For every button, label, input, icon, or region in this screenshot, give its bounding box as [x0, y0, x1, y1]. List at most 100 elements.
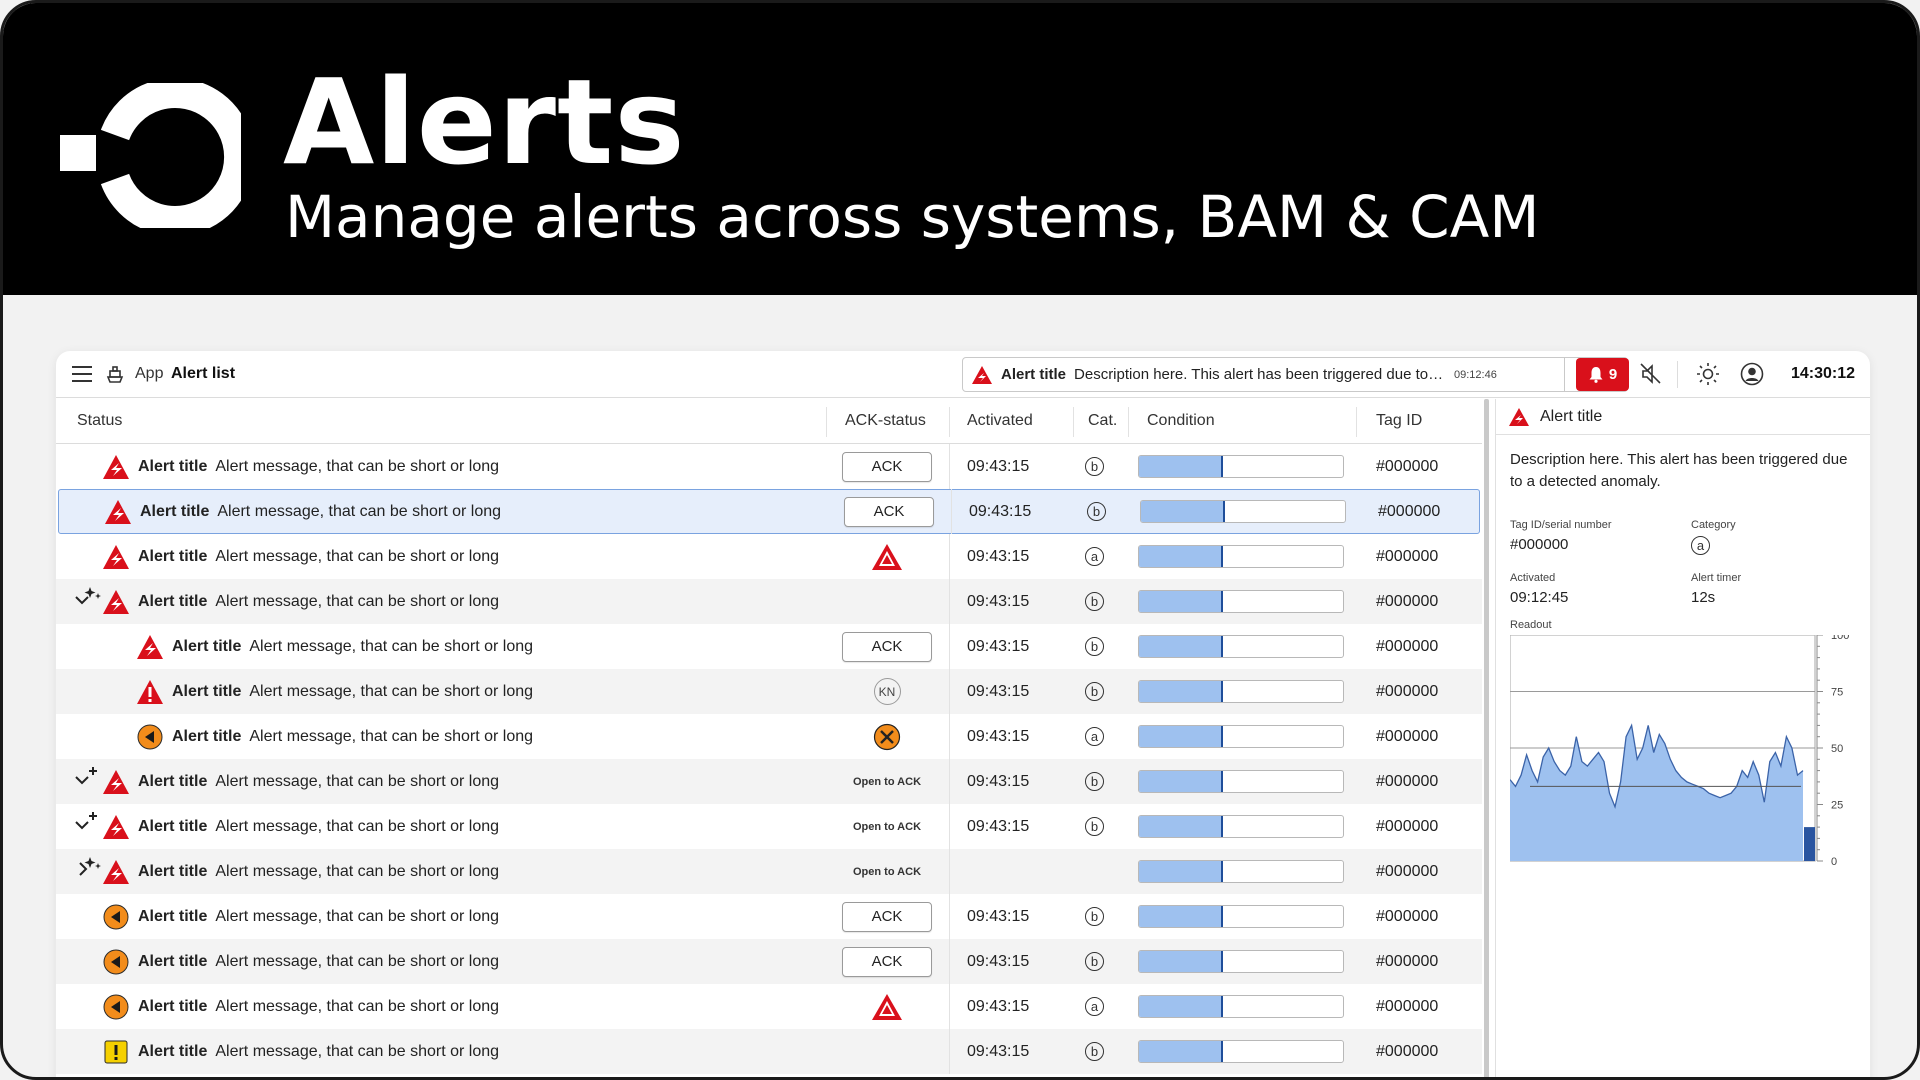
ack-button[interactable]: ACK	[842, 946, 932, 977]
condition-marker	[1220, 861, 1223, 882]
expand-chevron-down-icon[interactable]	[72, 810, 106, 842]
chart-tick-label: 75	[1831, 687, 1843, 699]
category-badge: b	[1085, 772, 1104, 791]
table-scrollbar[interactable]	[1484, 399, 1489, 1077]
condition-bar	[1138, 545, 1344, 568]
panel-header: Alert title	[1496, 399, 1870, 435]
open-to-ack-label[interactable]: Open to ACK	[853, 866, 921, 878]
condition-marker	[1220, 816, 1223, 837]
ack-button[interactable]: ACK	[844, 496, 934, 527]
ack-button[interactable]: ACK	[842, 451, 932, 482]
ack-button[interactable]: ACK	[842, 631, 932, 662]
alert-message: Alert message, that can be short or long	[215, 952, 500, 970]
alert-title: Alert title	[138, 997, 208, 1015]
condition-marker	[1220, 996, 1223, 1017]
condition-fill	[1139, 906, 1221, 927]
table-row[interactable]: Alert title Alert message, that can be sh…	[56, 894, 1482, 939]
open-to-ack-label[interactable]: Open to ACK	[853, 821, 921, 833]
header-activated[interactable]: Activated	[967, 412, 1033, 430]
table-row[interactable]: Alert title Alert message, that can be sh…	[56, 939, 1482, 984]
active-alert-banner[interactable]: Alert title Description here. This alert…	[962, 357, 1628, 392]
alarm-triangle-icon	[103, 544, 129, 569]
condition-fill	[1139, 816, 1221, 837]
category-badge: b	[1085, 1042, 1104, 1061]
readout-label: Readout	[1510, 619, 1552, 631]
alert-message: Alert message, that can be short or long	[249, 727, 534, 745]
tag-id: #000000	[1376, 682, 1439, 700]
activated-time: 09:43:15	[967, 592, 1030, 610]
hamburger-menu-icon[interactable]	[70, 364, 94, 384]
category-badge: b	[1085, 952, 1104, 971]
brightness-icon[interactable]	[1695, 361, 1721, 387]
alert-message: Alert message, that can be short or long	[249, 637, 534, 655]
table-row[interactable]: Alert title Alert message, that can be sh…	[56, 444, 1482, 489]
category-badge: b	[1085, 592, 1104, 611]
table-row[interactable]: Alert title Alert message, that can be sh…	[56, 534, 1482, 579]
app-name[interactable]: App	[135, 365, 163, 383]
ack-initials-badge: KN	[873, 678, 901, 705]
hero-title: Alerts	[283, 53, 686, 191]
activated-time: 09:43:15	[967, 727, 1030, 745]
table-row[interactable]: Alert title Alert message, that can be sh…	[56, 759, 1482, 804]
collapse-chevron-right-icon[interactable]	[72, 855, 106, 887]
caution-circle-icon	[137, 724, 163, 749]
alarm-triangle-icon	[137, 634, 163, 659]
timer-value: 12s	[1691, 589, 1716, 606]
alarm-triangle-icon	[103, 589, 129, 614]
alarm-counter-button[interactable]: 9	[1576, 358, 1629, 391]
tag-id: #000000	[1376, 952, 1439, 970]
caution-circle-icon	[103, 949, 129, 974]
activated-time: 09:43:15	[967, 952, 1030, 970]
active-alert-time: 09:12:46	[1454, 368, 1497, 381]
activated-time: 09:43:15	[967, 682, 1030, 700]
tag-label: Tag ID/serial number	[1510, 519, 1612, 531]
alert-message: Alert message, that can be short or long	[249, 682, 534, 700]
mute-icon[interactable]	[1638, 361, 1664, 387]
header-category[interactable]: Cat.	[1088, 412, 1117, 430]
alarm-triangle-icon	[103, 814, 129, 839]
category-badge: a	[1085, 547, 1104, 566]
activated-time: 09:43:15	[967, 547, 1030, 565]
condition-fill	[1139, 681, 1221, 702]
table-row[interactable]: Alert title Alert message, that can be sh…	[56, 579, 1482, 624]
condition-bar	[1138, 995, 1344, 1018]
table-row[interactable]: Alert title Alert message, that can be sh…	[56, 669, 1482, 714]
alert-list-app: App Alert list Alert title Description h…	[56, 351, 1870, 1077]
condition-bar	[1138, 770, 1344, 793]
brand-logo-icon	[60, 83, 241, 228]
table-row[interactable]: Alert title Alert message, that can be sh…	[56, 804, 1482, 849]
condition-bar	[1138, 860, 1344, 883]
activated-time: 09:43:15	[967, 997, 1030, 1015]
alert-message: Alert message, that can be short or long	[215, 772, 500, 790]
table-row[interactable]: Alert title Alert message, that can be sh…	[56, 624, 1482, 669]
header-status[interactable]: Status	[77, 412, 122, 430]
header-ack-status[interactable]: ACK-status	[845, 412, 926, 430]
condition-fill	[1139, 861, 1221, 882]
table-row[interactable]: Alert title Alert message, that can be sh…	[56, 849, 1482, 894]
tag-id: #000000	[1376, 907, 1439, 925]
condition-bar	[1138, 950, 1344, 973]
header-tag-id[interactable]: Tag ID	[1376, 412, 1422, 430]
condition-fill	[1139, 726, 1221, 747]
expand-chevron-down-icon[interactable]	[72, 585, 106, 617]
header-condition[interactable]: Condition	[1147, 412, 1215, 430]
user-icon[interactable]	[1739, 361, 1765, 387]
condition-marker	[1220, 636, 1223, 657]
table-row[interactable]: Alert title Alert message, that can be sh…	[58, 489, 1480, 534]
alarm-triangle-icon	[103, 859, 129, 884]
expand-chevron-down-icon[interactable]	[72, 765, 106, 797]
alert-title: Alert title	[172, 637, 242, 655]
table-row[interactable]: Alert title Alert message, that can be sh…	[56, 714, 1482, 759]
open-to-ack-label[interactable]: Open to ACK	[853, 776, 921, 788]
alert-message: Alert message, that can be short or long	[215, 862, 500, 880]
table-row[interactable]: Alert title Alert message, that can be sh…	[56, 1029, 1482, 1074]
ship-icon	[106, 366, 124, 383]
tag-value: #000000	[1510, 536, 1569, 553]
alert-title: Alert title	[172, 682, 242, 700]
ack-button[interactable]: ACK	[842, 901, 932, 932]
condition-marker	[1220, 1041, 1223, 1062]
alert-title: Alert title	[138, 862, 208, 880]
alert-title: Alert title	[138, 952, 208, 970]
tag-id: #000000	[1376, 817, 1439, 835]
table-row[interactable]: Alert title Alert message, that can be sh…	[56, 984, 1482, 1029]
